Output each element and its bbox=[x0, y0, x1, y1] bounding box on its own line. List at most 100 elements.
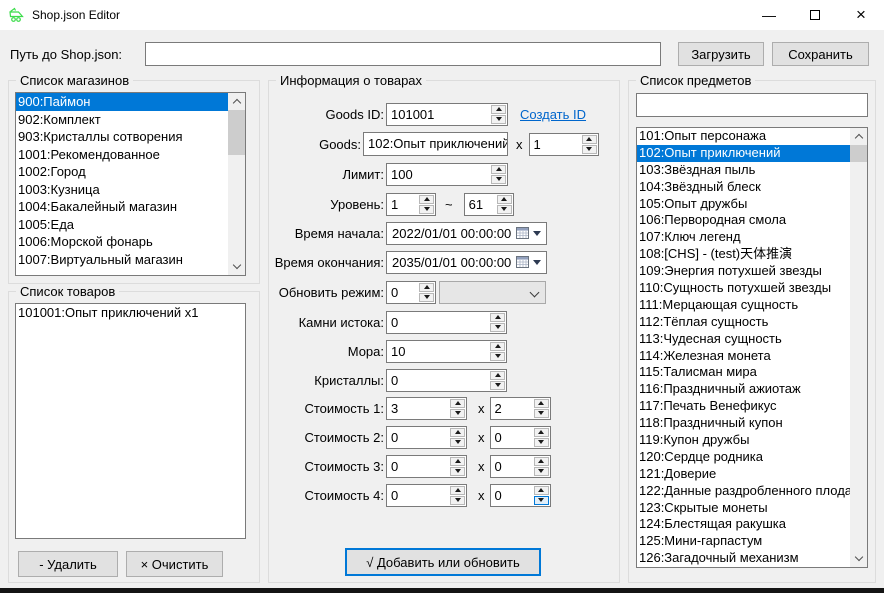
scroll-up-icon[interactable] bbox=[850, 128, 867, 145]
list-item[interactable]: 113:Чудесная сущность bbox=[637, 331, 867, 348]
goods-id-spinner[interactable]: 101001 bbox=[386, 103, 508, 126]
spin-down-icon[interactable] bbox=[419, 205, 434, 214]
list-item[interactable]: 124:Блестящая ракушка bbox=[637, 516, 867, 533]
refresh-mode-spinner[interactable]: 0 bbox=[386, 281, 436, 304]
spin-up-icon[interactable] bbox=[491, 165, 506, 174]
spin-down-icon[interactable] bbox=[419, 293, 434, 302]
items-scrollbar[interactable] bbox=[850, 128, 867, 567]
list-item[interactable]: 123:Скрытые монеты bbox=[637, 500, 867, 517]
list-item[interactable]: 101:Опыт персонажа bbox=[637, 128, 867, 145]
goods-field[interactable]: 102:Опыт приключений bbox=[363, 132, 508, 156]
spin-up-icon[interactable] bbox=[450, 486, 465, 495]
cost1-item-spinner[interactable]: 3 bbox=[386, 397, 467, 420]
spin-up-icon[interactable] bbox=[582, 135, 597, 144]
spin-down-icon[interactable] bbox=[490, 323, 505, 332]
load-button[interactable]: Загрузить bbox=[678, 42, 764, 66]
list-item[interactable]: 1002:Город bbox=[16, 163, 245, 181]
list-item[interactable]: 902:Комплект bbox=[16, 111, 245, 129]
spin-down-icon[interactable] bbox=[534, 438, 549, 447]
primogems-spinner[interactable]: 0 bbox=[386, 311, 507, 334]
spin-up-icon[interactable] bbox=[534, 399, 549, 408]
spin-up-icon[interactable] bbox=[534, 457, 549, 466]
spin-up-icon[interactable] bbox=[490, 342, 505, 351]
list-item[interactable]: 900:Паймон bbox=[16, 93, 245, 111]
scrollbar-thumb[interactable] bbox=[850, 145, 867, 162]
list-item[interactable]: 116:Праздничный ажиотаж bbox=[637, 381, 867, 398]
cost1-count-spinner[interactable]: 2 bbox=[490, 397, 551, 420]
list-item[interactable]: 125:Мини-гарпастум bbox=[637, 533, 867, 550]
list-item[interactable]: 1001:Рекомендованное bbox=[16, 146, 245, 164]
dropdown-arrow-icon[interactable] bbox=[533, 231, 541, 236]
begin-time-picker[interactable]: 2022/01/01 00:00:00 bbox=[386, 222, 547, 245]
list-item[interactable]: 1005:Еда bbox=[16, 216, 245, 234]
list-item[interactable]: 118:Праздничный купон bbox=[637, 415, 867, 432]
close-button[interactable]: × bbox=[838, 0, 884, 30]
level-min-spinner[interactable]: 1 bbox=[386, 193, 436, 216]
scroll-down-icon[interactable] bbox=[228, 258, 245, 275]
list-item[interactable]: 122:Данные раздробленного плода bbox=[637, 483, 867, 500]
list-item[interactable]: 114:Железная монета bbox=[637, 348, 867, 365]
create-id-link[interactable]: Создать ID bbox=[520, 107, 586, 122]
scroll-down-icon[interactable] bbox=[850, 550, 867, 567]
list-item[interactable]: 109:Энергия потухшей звезды bbox=[637, 263, 867, 280]
cost4-count-spinner[interactable]: 0 bbox=[490, 484, 551, 507]
spin-down-icon[interactable] bbox=[534, 467, 549, 476]
spin-down-icon[interactable] bbox=[450, 438, 465, 447]
maximize-button[interactable] bbox=[792, 0, 838, 30]
spin-down-icon[interactable] bbox=[490, 381, 505, 390]
scroll-up-icon[interactable] bbox=[228, 93, 245, 110]
cost4-item-spinner[interactable]: 0 bbox=[386, 484, 467, 507]
list-item[interactable]: 105:Опыт дружбы bbox=[637, 196, 867, 213]
list-item[interactable]: 117:Печать Венефикус bbox=[637, 398, 867, 415]
list-item[interactable]: 1006:Морской фонарь bbox=[16, 233, 245, 251]
spin-up-icon[interactable] bbox=[490, 371, 505, 380]
list-item[interactable]: 903:Кристаллы сотворения bbox=[16, 128, 245, 146]
crystals-spinner[interactable]: 0 bbox=[386, 369, 507, 392]
spin-up-icon[interactable] bbox=[450, 399, 465, 408]
list-item[interactable]: 1003:Кузница bbox=[16, 181, 245, 199]
spin-down-icon[interactable] bbox=[450, 409, 465, 418]
list-item[interactable]: 121:Доверие bbox=[637, 466, 867, 483]
spin-up-icon[interactable] bbox=[497, 195, 512, 204]
refresh-mode-combo[interactable] bbox=[439, 281, 546, 304]
list-item[interactable]: 1004:Бакалейный магазин bbox=[16, 198, 245, 216]
limit-spinner[interactable]: 100 bbox=[386, 163, 508, 186]
scrollbar-thumb[interactable] bbox=[228, 110, 245, 155]
list-item[interactable]: 104:Звёздный блеск bbox=[637, 179, 867, 196]
list-item[interactable]: 108:[CHS] - (test)天体推演 bbox=[637, 246, 867, 263]
title-bar[interactable]: Shop.json Editor — × bbox=[0, 0, 884, 30]
spin-up-icon[interactable] bbox=[419, 283, 434, 292]
list-item[interactable]: 115:Талисман мира bbox=[637, 364, 867, 381]
list-item[interactable]: 110:Сущность потухшей звезды bbox=[637, 280, 867, 297]
spin-up-icon[interactable] bbox=[450, 428, 465, 437]
spin-down-icon[interactable] bbox=[491, 115, 506, 124]
delete-button[interactable]: - Удалить bbox=[18, 551, 118, 577]
spin-down-icon[interactable] bbox=[450, 496, 465, 505]
dropdown-arrow-icon[interactable] bbox=[533, 260, 541, 265]
list-item[interactable]: 107:Ключ легенд bbox=[637, 229, 867, 246]
add-or-update-button[interactable]: √ Добавить или обновить bbox=[345, 548, 541, 576]
spin-down-icon[interactable] bbox=[491, 175, 506, 184]
end-time-picker[interactable]: 2035/01/01 00:00:00 bbox=[386, 251, 547, 274]
spin-down-icon[interactable] bbox=[534, 409, 549, 418]
list-item[interactable]: 102:Опыт приключений bbox=[637, 145, 867, 162]
list-item[interactable]: 103:Звёздная пыль bbox=[637, 162, 867, 179]
list-item[interactable]: 119:Купон дружбы bbox=[637, 432, 867, 449]
list-item[interactable]: 101001:Опыт приключений x1 bbox=[16, 304, 245, 322]
spin-up-icon[interactable] bbox=[491, 105, 506, 114]
goods-qty-spinner[interactable]: 1 bbox=[529, 133, 599, 156]
list-item[interactable]: 112:Тёплая сущность bbox=[637, 314, 867, 331]
spin-down-icon[interactable] bbox=[534, 496, 549, 505]
list-item[interactable]: 120:Сердце родника bbox=[637, 449, 867, 466]
list-item[interactable]: 106:Первородная смола bbox=[637, 212, 867, 229]
clear-button[interactable]: × Очистить bbox=[126, 551, 223, 577]
spin-down-icon[interactable] bbox=[497, 205, 512, 214]
spin-up-icon[interactable] bbox=[534, 428, 549, 437]
spin-up-icon[interactable] bbox=[419, 195, 434, 204]
list-item[interactable]: 111:Мерцающая сущность bbox=[637, 297, 867, 314]
list-item[interactable]: 1007:Виртуальный магазин bbox=[16, 251, 245, 269]
spin-up-icon[interactable] bbox=[450, 457, 465, 466]
mora-spinner[interactable]: 10 bbox=[386, 340, 507, 363]
save-button[interactable]: Сохранить bbox=[772, 42, 869, 66]
spin-up-icon[interactable] bbox=[534, 486, 549, 495]
